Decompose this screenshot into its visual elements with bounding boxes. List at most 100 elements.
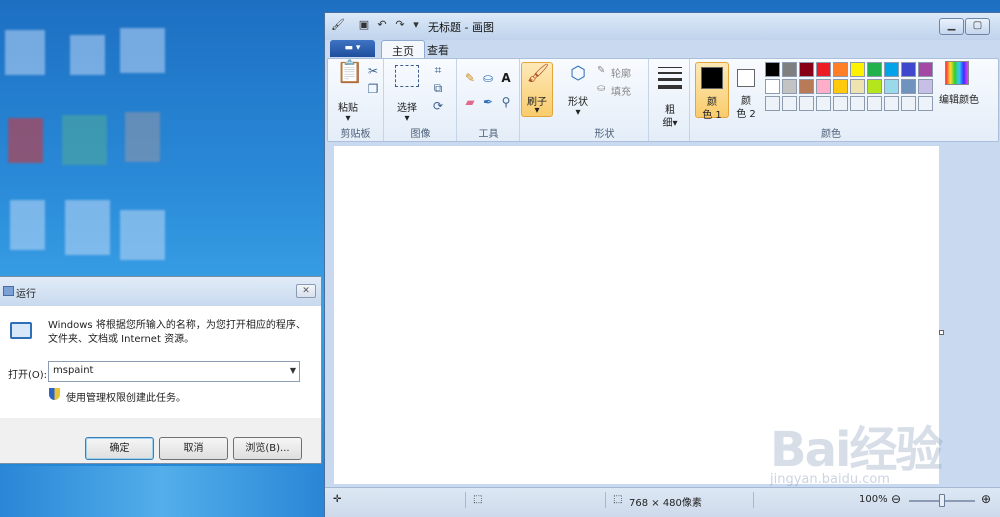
open-input-value[interactable]: mspaint: [53, 365, 93, 376]
color2-button[interactable]: 颜 色 2: [730, 62, 764, 120]
shapes-button[interactable]: 形状: [563, 93, 593, 108]
color-swatch[interactable]: [918, 62, 933, 77]
undo-icon[interactable]: ↶: [375, 18, 389, 32]
empty-color-swatch[interactable]: [782, 96, 797, 111]
color-picker-icon[interactable]: ✒: [479, 93, 497, 111]
chevron-down-icon[interactable]: ▼: [290, 366, 296, 375]
desktop-icon[interactable]: [125, 112, 160, 162]
edit-colors-button[interactable]: 编辑颜色: [934, 91, 984, 106]
empty-color-swatch[interactable]: [799, 96, 814, 111]
copy-icon[interactable]: ❐: [364, 80, 382, 98]
color-swatch[interactable]: [782, 62, 797, 77]
desktop-icon[interactable]: [5, 30, 45, 75]
open-input[interactable]: mspaint ▼: [48, 361, 300, 382]
pencil-icon[interactable]: ✎: [461, 69, 479, 87]
maximize-button[interactable]: ▢: [965, 18, 990, 35]
color-swatch[interactable]: [833, 79, 848, 94]
empty-color-swatch[interactable]: [867, 96, 882, 111]
crop-icon[interactable]: ⌗: [429, 61, 447, 79]
dialog-title-bar: 运行 ✕: [0, 277, 321, 306]
desktop-icon[interactable]: [70, 35, 105, 75]
eraser-icon[interactable]: ▰: [461, 93, 479, 111]
select-button[interactable]: 选择: [391, 99, 423, 114]
magnifier-icon[interactable]: ⚲: [497, 93, 515, 111]
outline-icon[interactable]: ✎: [597, 65, 605, 76]
zoom-slider-thumb[interactable]: [939, 494, 945, 507]
desktop-icon[interactable]: [8, 118, 43, 163]
title-bar: 🖌 ▣ ↶ ↷ ▾ 无标题 - 画图 ▁ ▢: [325, 13, 1000, 40]
group-label: 剪贴板: [340, 129, 371, 140]
size-label-bottom[interactable]: 细▾: [658, 114, 682, 129]
desktop-icon[interactable]: [65, 200, 110, 255]
browse-button[interactable]: 浏览(B)...: [233, 437, 302, 460]
shapes-icon[interactable]: ⬡: [565, 65, 591, 89]
color-swatch[interactable]: [816, 62, 831, 77]
redo-icon[interactable]: ↷: [393, 18, 407, 32]
customize-toolbar-icon[interactable]: ▾: [409, 18, 423, 32]
paste-icon[interactable]: 📋: [336, 62, 363, 94]
color-swatch[interactable]: [918, 79, 933, 94]
desktop-icon[interactable]: [62, 115, 107, 165]
minimize-button[interactable]: ▁: [939, 18, 964, 35]
color1-button[interactable]: 颜 色 1: [695, 62, 729, 121]
resize-icon[interactable]: ⧉: [429, 79, 447, 97]
empty-color-swatch[interactable]: [816, 96, 831, 111]
empty-color-swatch[interactable]: [884, 96, 899, 111]
color-swatch[interactable]: [867, 62, 882, 77]
color1-label-b: 色 1: [702, 110, 722, 121]
color-swatch[interactable]: [884, 79, 899, 94]
fill-shape-icon[interactable]: ⛀: [597, 83, 605, 94]
save-icon[interactable]: ▣: [357, 18, 371, 32]
outline-button[interactable]: 轮廓: [611, 65, 631, 80]
chevron-down-icon[interactable]: ▾: [333, 113, 363, 124]
chevron-down-icon[interactable]: ▾: [563, 107, 593, 118]
color-swatch[interactable]: [816, 79, 831, 94]
cancel-button[interactable]: 取消: [159, 437, 228, 460]
color-swatch[interactable]: [901, 79, 916, 94]
color-swatch[interactable]: [867, 79, 882, 94]
run-icon: [3, 286, 14, 296]
cut-icon[interactable]: ✂: [364, 62, 382, 80]
color-swatch[interactable]: [782, 79, 797, 94]
empty-color-swatch[interactable]: [850, 96, 865, 111]
dialog-body: Windows 将根据您所输入的名称，为您打开相应的程序、文件夹、文档或 Int…: [0, 306, 321, 418]
empty-color-swatch[interactable]: [901, 96, 916, 111]
text-icon[interactable]: A: [497, 69, 515, 87]
edit-colors-icon[interactable]: [945, 61, 969, 85]
brush-icon[interactable]: 🖌: [526, 65, 550, 89]
canvas-resize-handle[interactable]: [939, 330, 944, 335]
empty-color-swatch[interactable]: [918, 96, 933, 111]
desktop-icon[interactable]: [10, 200, 45, 250]
tab-view[interactable]: 查看: [417, 40, 459, 59]
desktop-icon[interactable]: [120, 210, 165, 260]
paint-app-icon[interactable]: 🖌: [331, 18, 345, 32]
rotate-icon[interactable]: ⟳: [429, 97, 447, 115]
chevron-down-icon[interactable]: ▾: [521, 105, 553, 116]
fill-button[interactable]: 填充: [611, 83, 631, 98]
color2-swatch: [737, 69, 755, 87]
empty-color-swatch[interactable]: [833, 96, 848, 111]
color-swatch[interactable]: [765, 79, 780, 94]
size-line: [658, 78, 682, 81]
paint-menu-button[interactable]: ▬ ▾: [330, 40, 375, 57]
color1-swatch: [701, 67, 723, 89]
color-swatch[interactable]: [833, 62, 848, 77]
select-icon[interactable]: [395, 65, 419, 87]
chevron-down-icon[interactable]: ▾: [391, 113, 423, 124]
color-swatch[interactable]: [799, 62, 814, 77]
color-swatch[interactable]: [765, 62, 780, 77]
color2-label-b: 色 2: [736, 109, 756, 120]
color-swatch[interactable]: [850, 62, 865, 77]
fill-icon[interactable]: ⛀: [479, 69, 497, 87]
close-button[interactable]: ✕: [296, 284, 316, 298]
color-swatch[interactable]: [884, 62, 899, 77]
color-swatch[interactable]: [799, 79, 814, 94]
paste-button[interactable]: 粘贴: [333, 99, 363, 114]
watermark-brand: Bai经验: [770, 422, 943, 478]
color-swatch[interactable]: [850, 79, 865, 94]
ok-button[interactable]: 确定: [85, 437, 154, 460]
open-label: 打开(O):: [8, 370, 48, 381]
empty-color-swatch[interactable]: [765, 96, 780, 111]
desktop-icon[interactable]: [120, 28, 165, 73]
color-swatch[interactable]: [901, 62, 916, 77]
